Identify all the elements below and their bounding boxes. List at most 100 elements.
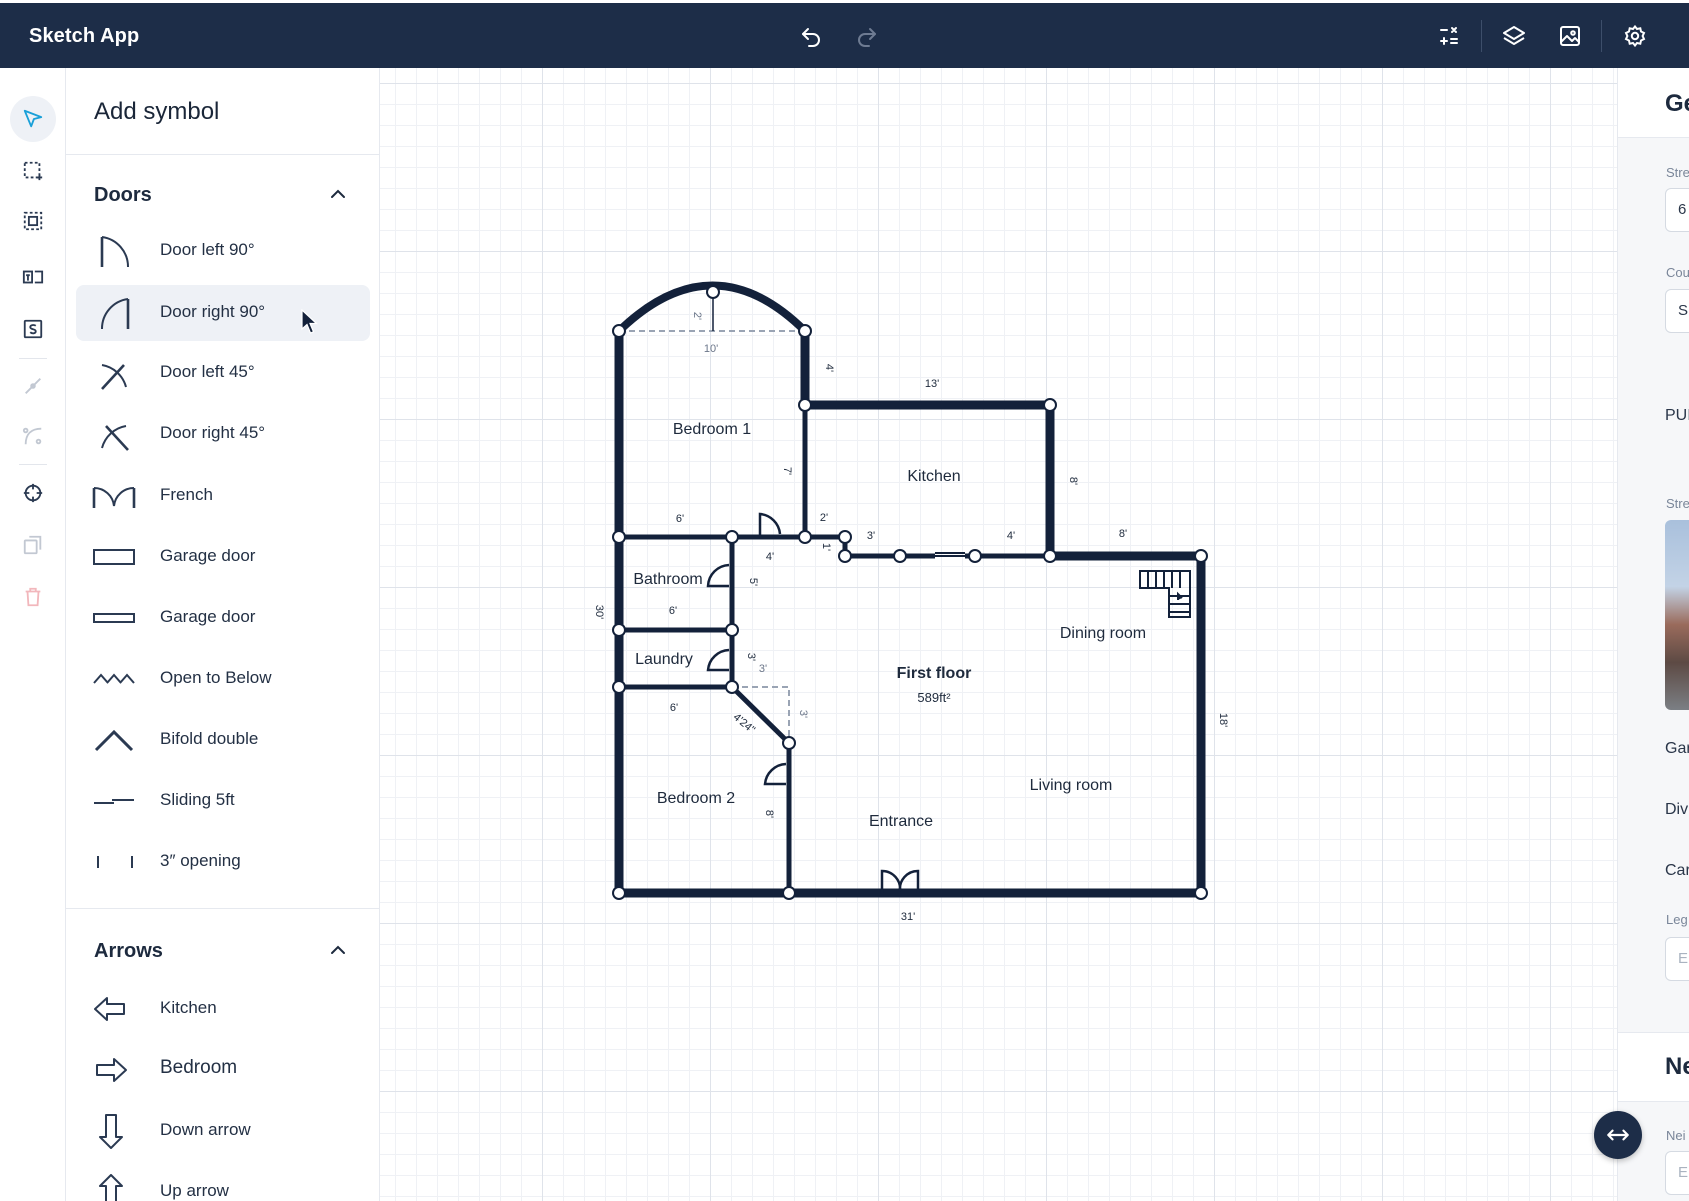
symbol-door-right-90[interactable]: Door right 90° — [76, 285, 370, 341]
field-label: Car — [1665, 862, 1689, 879]
mouse-cursor-icon — [301, 309, 319, 334]
symbol-label: Down arrow — [160, 1120, 251, 1139]
dim-label: 2' — [691, 312, 703, 320]
rail-separator — [19, 464, 47, 465]
symbol-label: Open to Below — [160, 668, 272, 687]
room-select-icon — [23, 211, 43, 231]
layers-icon — [1503, 26, 1525, 45]
wall-nodes[interactable] — [612, 285, 1208, 900]
chevron-up-icon[interactable] — [326, 938, 350, 962]
arrow-down-icon — [99, 1114, 123, 1149]
undo-icon — [802, 28, 820, 47]
dim-label: 13' — [925, 378, 939, 390]
panel-divider — [66, 908, 379, 909]
symbol-bifold-double[interactable]: Bifold double — [76, 712, 370, 768]
line-tool[interactable] — [10, 363, 56, 409]
undo-button[interactable] — [792, 17, 830, 55]
field-label: Stre — [1666, 496, 1689, 511]
arrow-right-icon — [96, 1058, 127, 1082]
symbol-arrow-bedroom[interactable]: Bedroom — [76, 1042, 370, 1098]
curve-tool[interactable] — [10, 413, 56, 459]
room-label: Living room — [1030, 777, 1113, 794]
field-label: Gar — [1665, 740, 1689, 757]
symbol-arrow-up[interactable]: Up arrow — [76, 1164, 370, 1201]
symbol-arrow-down[interactable]: Down arrow — [76, 1103, 370, 1159]
neighborhood-input[interactable]: E — [1665, 1151, 1689, 1195]
sliding-door-icon — [94, 799, 134, 804]
top-bar: Sketch App — [0, 3, 1689, 68]
section-title: Ne — [1665, 1053, 1689, 1080]
neighborhood-section-header: Ne — [1618, 1032, 1689, 1102]
field-label: Stre — [1666, 165, 1689, 180]
floor-plan[interactable]: Bedroom 1 Kitchen Bathroom Laundry Dinin… — [380, 68, 1617, 1201]
calculator-button[interactable] — [1430, 17, 1468, 55]
symbol-sliding-5ft[interactable]: Sliding 5ft — [76, 773, 370, 829]
country-input[interactable]: S — [1665, 289, 1689, 333]
dimension-tool[interactable] — [10, 254, 56, 300]
rail-separator — [19, 358, 47, 359]
room-label: Dining room — [1060, 625, 1146, 642]
symbol-garage-door-2[interactable]: Garage door — [76, 590, 370, 646]
field-label: Div — [1665, 801, 1689, 818]
symbol-label: Garage door — [160, 607, 256, 626]
delete-icon — [25, 587, 41, 607]
area-select-tool[interactable] — [10, 148, 56, 194]
redo-button[interactable] — [848, 17, 886, 55]
dim-label: 3' — [759, 663, 767, 675]
symbol-label: Kitchen — [160, 998, 217, 1017]
dim-label: 6' — [676, 513, 684, 525]
symbol-label: Door left 90° — [160, 240, 255, 259]
settings-button[interactable] — [1616, 17, 1654, 55]
duplicate-tool[interactable] — [10, 522, 56, 568]
street-photo[interactable] — [1665, 520, 1689, 710]
tool-rail — [0, 68, 66, 1201]
symbol-label: Door right 45° — [160, 423, 266, 442]
drawing-canvas[interactable]: Bedroom 1 Kitchen Bathroom Laundry Dinin… — [380, 68, 1617, 1201]
symbol-3-opening[interactable]: 3″ opening — [76, 834, 370, 890]
symbol-open-to-below[interactable]: Open to Below — [76, 651, 370, 707]
toggle-panel-button[interactable] — [1594, 1111, 1642, 1159]
property-panel-header: Ge — [1618, 68, 1689, 138]
symbol-door-left-90[interactable]: Door left 90° — [76, 223, 370, 279]
room-label: Entrance — [869, 813, 933, 830]
symbol-garage-door[interactable]: Garage door — [76, 529, 370, 585]
room-select-tool[interactable] — [10, 198, 56, 244]
select-pointer-icon — [23, 109, 43, 128]
symbol-door-right-45[interactable]: Door right 45° — [76, 406, 370, 462]
symbol-tool-icon — [23, 319, 43, 339]
symbol-arrow-kitchen[interactable]: Kitchen — [76, 981, 370, 1037]
image-button[interactable] — [1551, 17, 1589, 55]
sketch-app: Sketch App Add symbol Doors Door left 90… — [0, 0, 1689, 1201]
open-to-below-icon — [93, 673, 135, 684]
chevron-up-icon[interactable] — [326, 182, 350, 206]
image-icon — [1560, 26, 1580, 46]
legal-input[interactable]: E — [1665, 937, 1689, 981]
toolbar-separator — [1481, 20, 1482, 52]
symbol-french[interactable]: French — [76, 468, 370, 524]
select-tool[interactable] — [10, 96, 56, 142]
symbol-label: Garage door — [160, 546, 256, 565]
dim-label: 4' — [1007, 530, 1015, 542]
delete-tool[interactable] — [10, 574, 56, 620]
symbol-door-left-45[interactable]: Door left 45° — [76, 345, 370, 401]
dim-label: 3' — [745, 653, 757, 661]
layers-button[interactable] — [1495, 17, 1533, 55]
field-label: Nei — [1666, 1128, 1686, 1143]
dim-label: 6' — [670, 702, 678, 714]
panel-title: Add symbol — [94, 98, 220, 125]
panel-divider — [66, 154, 379, 155]
street-input[interactable]: 6 — [1665, 188, 1689, 232]
duplicate-icon — [23, 535, 42, 555]
dim-label: 4' — [766, 551, 774, 563]
dim-label: 8' — [1067, 477, 1079, 485]
symbol-label: Up arrow — [160, 1181, 229, 1200]
field-label: Leg — [1666, 912, 1688, 927]
dim-label: 1' — [820, 543, 832, 551]
target-icon — [23, 483, 43, 503]
target-tool[interactable] — [10, 470, 56, 516]
symbol-tool[interactable] — [10, 306, 56, 352]
dim-label: 18' — [1217, 713, 1229, 727]
arrow-up-icon — [99, 1174, 123, 1201]
field-label: Cou — [1666, 265, 1689, 280]
doors-section-title: Doors — [94, 184, 152, 206]
